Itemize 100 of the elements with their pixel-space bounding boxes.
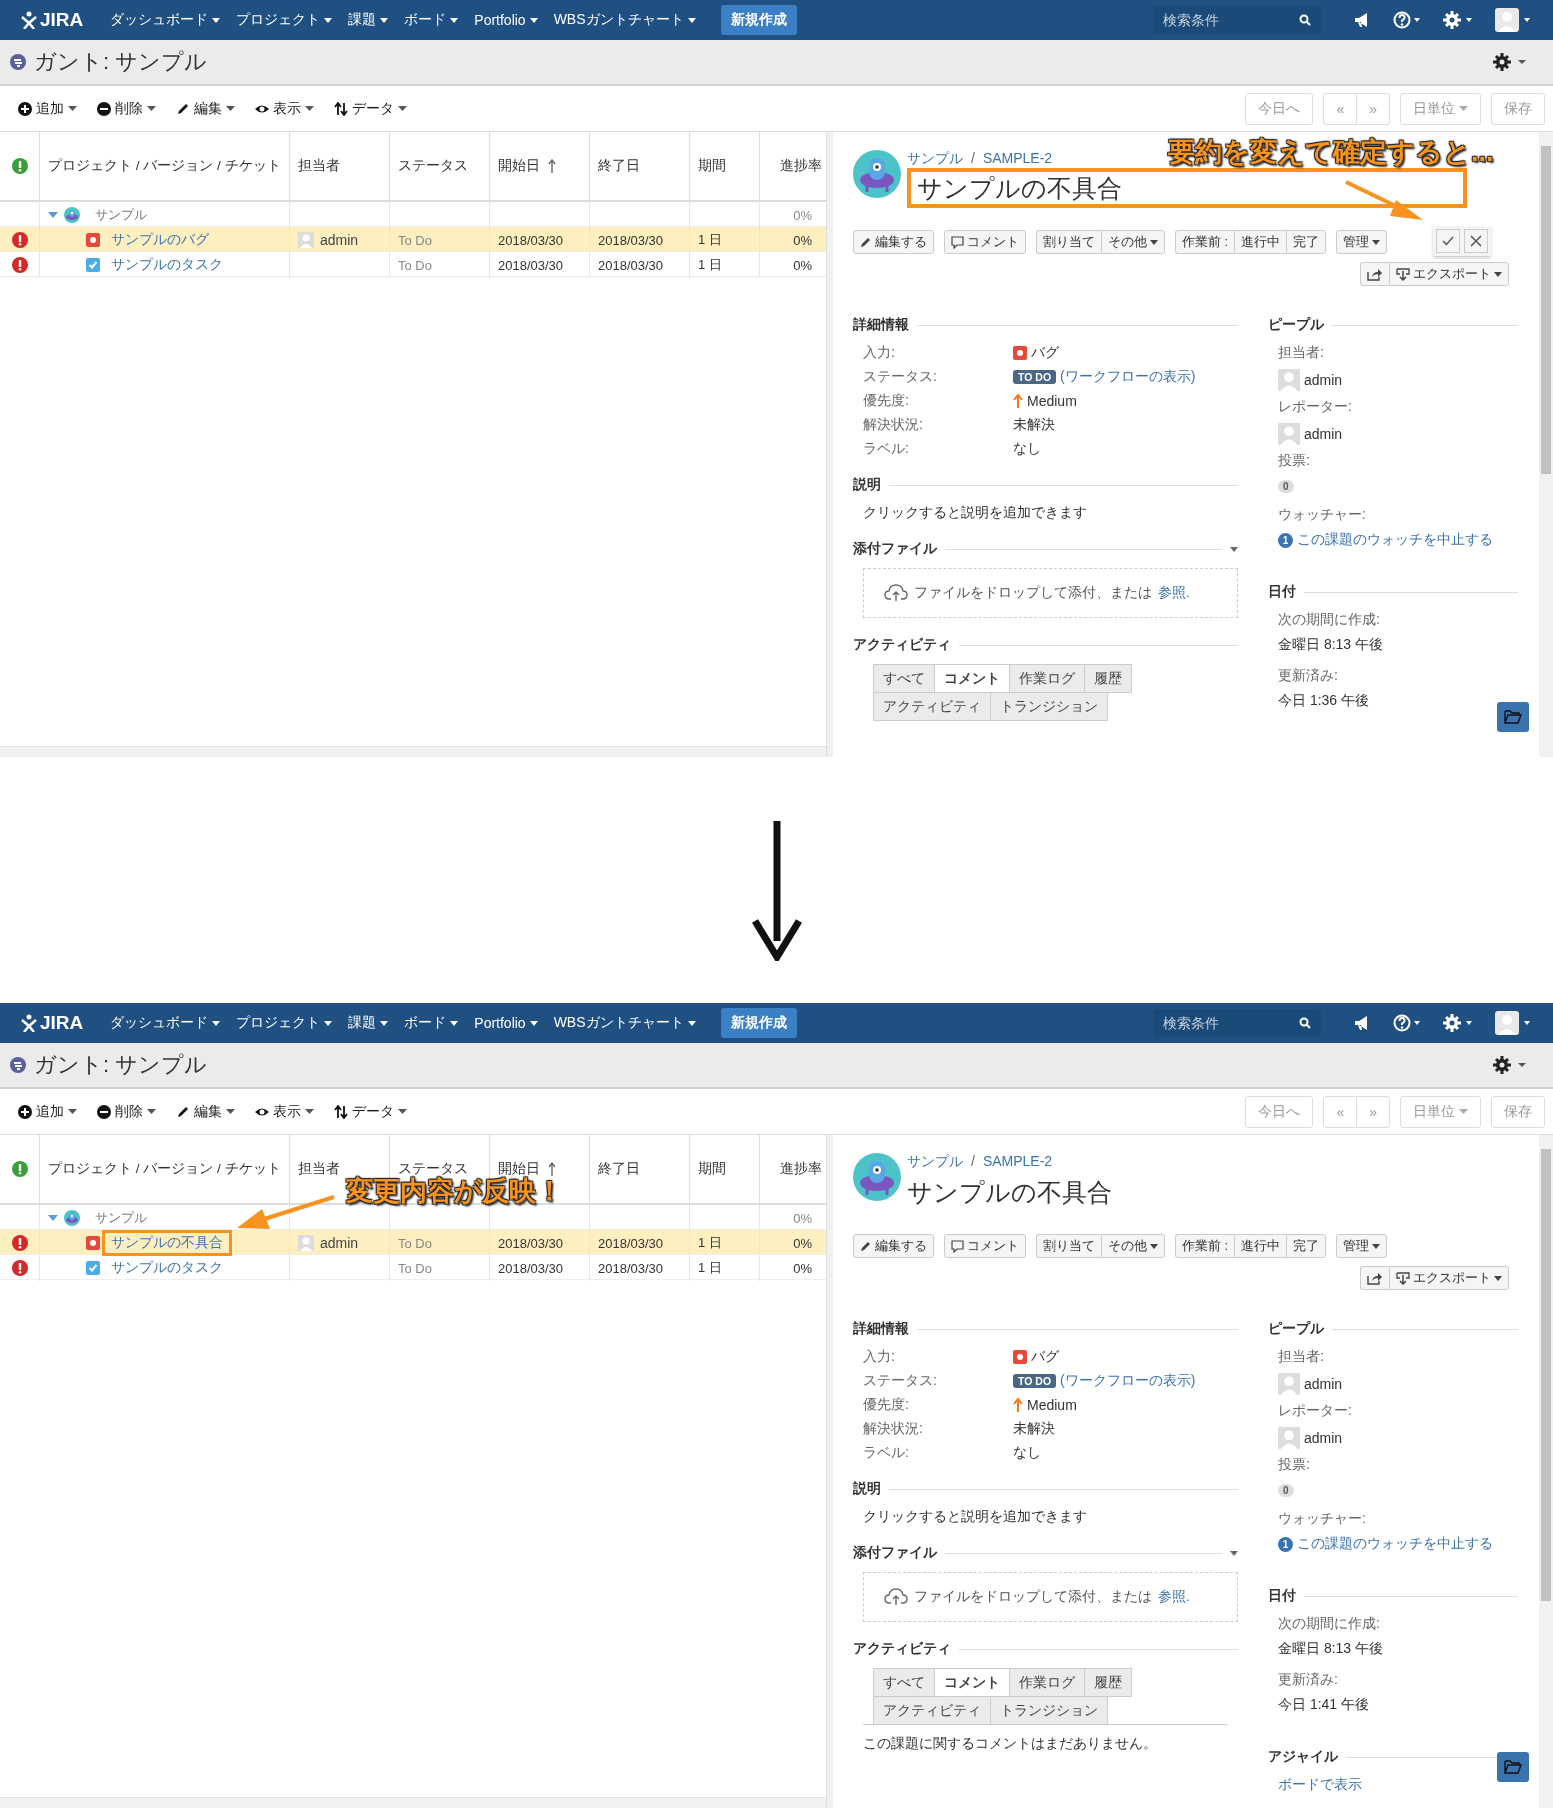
column-header[interactable]: 期間 (698, 157, 726, 175)
issue-action-button[interactable]: 作業前 : (1175, 1234, 1235, 1258)
folder-button[interactable] (1497, 1752, 1529, 1782)
share-button[interactable] (1360, 262, 1389, 286)
vote-count[interactable]: 0 (1278, 480, 1294, 493)
search-field[interactable]: 検索条件 (1153, 6, 1321, 34)
description-placeholder[interactable]: クリックすると説明を追加できます (863, 1508, 1228, 1526)
activity-tab[interactable]: 作業ログ (1009, 1668, 1085, 1697)
expand-icon[interactable] (48, 210, 58, 220)
settings-icon[interactable] (1493, 1056, 1527, 1074)
logo-text[interactable]: JIRA (40, 9, 84, 31)
activity-tab[interactable]: トランジション (990, 692, 1108, 721)
expand-icon[interactable] (48, 1213, 58, 1223)
project-name[interactable]: サンプル (86, 1205, 156, 1231)
breadcrumb-link[interactable]: サンプル (907, 150, 963, 168)
search-field[interactable]: 検索条件 (1153, 1009, 1321, 1037)
column-header[interactable]: 開始日 (498, 157, 556, 175)
nav-menu[interactable]: ボード (397, 1010, 466, 1036)
help-icon[interactable] (1393, 1014, 1421, 1032)
horizontal-scrollbar[interactable] (0, 746, 826, 757)
issue-action-button[interactable]: 完了 (1286, 230, 1327, 254)
workflow-link[interactable]: (ワークフローの表示) (1060, 368, 1196, 386)
toolbar-button[interactable]: 削除 (95, 95, 164, 122)
browse-link[interactable]: 参照. (1158, 1588, 1190, 1606)
table-row[interactable]: サンプルのバグ admin To Do 2018/03/30 2018/03/30 1 日 0% (0, 227, 826, 252)
vertical-scrollbar[interactable] (1539, 1135, 1553, 1808)
nav-menu[interactable]: プロジェクト (229, 7, 340, 33)
issue-action-button[interactable]: 編集する (853, 230, 934, 254)
column-header[interactable]: 終了日 (598, 157, 640, 175)
toolbar-button[interactable]: 追加 (16, 1098, 85, 1125)
toolbar-button[interactable]: 削除 (95, 1098, 164, 1125)
file-drop-zone[interactable]: ファイルをドロップして添付、または 参照. (863, 1572, 1238, 1622)
caret-icon[interactable] (1230, 1550, 1238, 1556)
toolbar-button[interactable]: 表示 (253, 95, 322, 122)
nav-menu[interactable]: WBSガントチャート (546, 1010, 703, 1036)
nav-menu[interactable]: ボード (397, 7, 466, 33)
user-name[interactable]: admin (1304, 1376, 1343, 1392)
issue-link[interactable]: サンプルのバグ (102, 227, 218, 253)
issue-action-button[interactable]: 割り当て (1036, 230, 1101, 254)
help-icon[interactable] (1393, 11, 1421, 29)
watcher-count[interactable]: 1 (1278, 1536, 1293, 1552)
nav-menu[interactable]: ダッシュボード (103, 7, 228, 33)
nav-menu[interactable]: プロジェクト (229, 1010, 340, 1036)
column-header[interactable]: 終了日 (598, 1160, 640, 1178)
logo-icon[interactable] (20, 1014, 38, 1032)
issue-action-button[interactable]: 割り当て (1036, 1234, 1101, 1258)
activity-tab[interactable]: すべて (873, 1668, 935, 1697)
settings-icon[interactable] (1443, 11, 1473, 29)
activity-tab[interactable]: 作業ログ (1009, 664, 1085, 693)
share-button[interactable] (1360, 1266, 1389, 1290)
user-name[interactable]: admin (1304, 426, 1343, 442)
issue-action-button[interactable]: その他 (1101, 230, 1165, 254)
nav-menu[interactable]: 課題 (341, 1010, 396, 1036)
stop-watching-link[interactable]: この課題のウォッチを中止する (1297, 531, 1493, 549)
issue-action-button[interactable]: コメント (944, 1234, 1026, 1258)
settings-icon[interactable] (1443, 1014, 1473, 1032)
export-button[interactable]: エクスポート (1389, 1266, 1509, 1290)
activity-tab[interactable]: アクティビティ (873, 692, 991, 721)
workflow-link[interactable]: (ワークフローの表示) (1060, 1372, 1196, 1390)
column-header[interactable]: 進捗率 (780, 157, 822, 175)
cancel-button[interactable] (1464, 229, 1488, 253)
issue-action-button[interactable]: 管理 (1336, 230, 1388, 254)
column-header[interactable]: ステータス (398, 157, 468, 175)
avatar-icon[interactable] (1495, 1011, 1531, 1035)
avatar-icon[interactable] (1495, 8, 1531, 32)
issue-link[interactable]: サンプルの不具合 (102, 1230, 232, 1256)
user-name[interactable]: admin (1304, 1430, 1343, 1446)
project-name[interactable]: サンプル (86, 202, 156, 228)
activity-tab[interactable]: 履歴 (1084, 664, 1132, 693)
vote-count[interactable]: 0 (1278, 1484, 1294, 1497)
nav-menu[interactable]: ダッシュボード (103, 1010, 228, 1036)
activity-tab[interactable]: すべて (873, 664, 935, 693)
issue-link[interactable]: サンプルのタスク (102, 252, 232, 278)
logo-icon[interactable] (20, 11, 38, 29)
column-header[interactable]: 担当者 (298, 157, 340, 175)
toolbar-button[interactable]: 追加 (16, 95, 85, 122)
toolbar-button[interactable]: データ (332, 1098, 415, 1125)
issue-action-button[interactable]: 完了 (1286, 1234, 1327, 1258)
activity-tab[interactable]: アクティビティ (873, 1696, 991, 1725)
breadcrumb-link[interactable]: SAMPLE-2 (982, 150, 1053, 168)
settings-icon[interactable] (1493, 53, 1527, 71)
issue-action-button[interactable]: 管理 (1336, 1234, 1388, 1258)
table-row[interactable]: サンプルの不具合 admin To Do 2018/03/30 2018/03/30 1 日 0% (0, 1230, 826, 1255)
horizontal-scrollbar[interactable] (0, 1797, 826, 1808)
issue-link[interactable]: サンプルのタスク (102, 1255, 232, 1281)
issue-summary[interactable]: サンプルの不具合 (902, 1173, 1117, 1212)
toolbar-button[interactable]: 編集 (174, 1098, 243, 1125)
file-drop-zone[interactable]: ファイルをドロップして添付、または 参照. (863, 568, 1238, 618)
vertical-scrollbar[interactable] (1539, 132, 1553, 757)
toolbar-button[interactable]: データ (332, 95, 415, 122)
user-name[interactable]: admin (1304, 372, 1343, 388)
issue-action-button[interactable]: その他 (1101, 1234, 1165, 1258)
watcher-count[interactable]: 1 (1278, 532, 1293, 548)
column-header[interactable]: プロジェクト / バージョン / チケット (48, 157, 281, 175)
breadcrumb-link[interactable]: SAMPLE-2 (982, 1153, 1053, 1171)
toolbar-button[interactable]: 表示 (253, 1098, 322, 1125)
nav-menu[interactable]: WBSガントチャート (546, 7, 703, 33)
column-header[interactable]: 進捗率 (780, 1160, 822, 1178)
export-button[interactable]: エクスポート (1389, 262, 1509, 286)
nav-menu[interactable]: Portfolio (467, 1011, 545, 1035)
